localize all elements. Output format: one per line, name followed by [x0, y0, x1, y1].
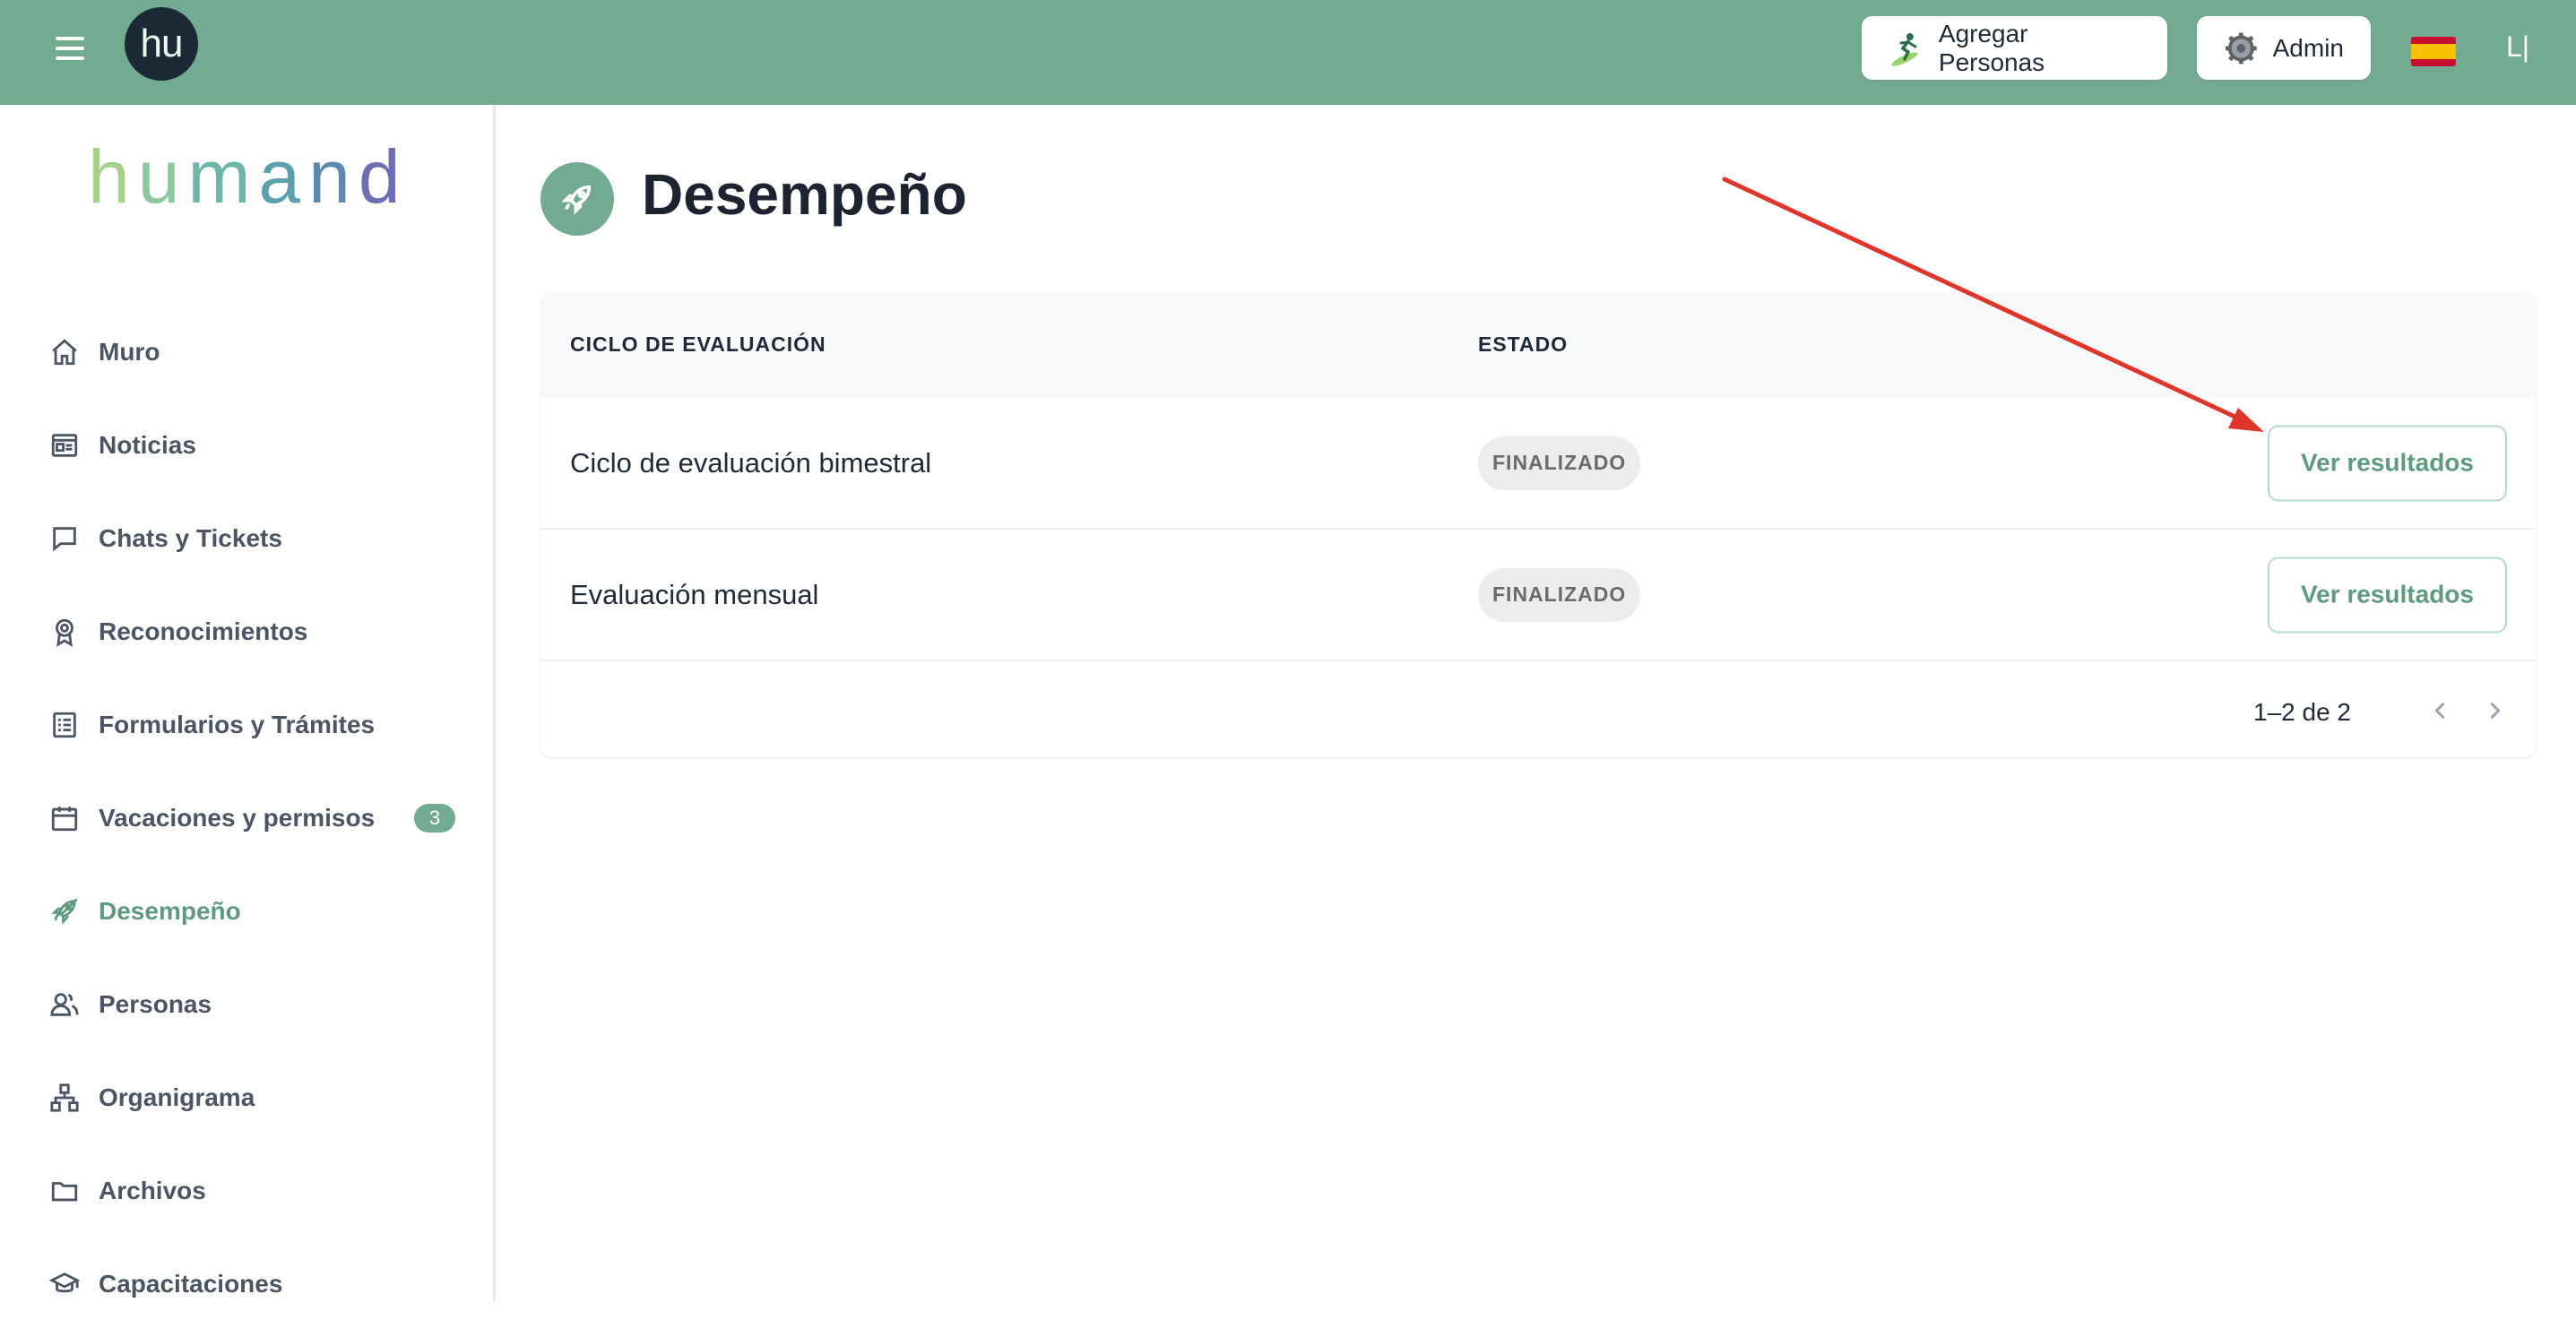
sidebar-item-formularios[interactable]: Formularios y Trámites: [0, 689, 496, 761]
pagination-range: 1–2 de 2: [2253, 698, 2351, 726]
sidebar-item-vacaciones[interactable]: Vacaciones y permisos 3: [0, 782, 496, 854]
column-header-status: ESTADO: [1478, 332, 1569, 356]
chevron-left-icon[interactable]: [2421, 691, 2460, 730]
folder-icon: [48, 1175, 81, 1207]
sidebar-item-label: Muro: [99, 338, 160, 366]
sidebar-item-label: Reconocimientos: [99, 617, 308, 645]
sidebar-item-chats[interactable]: Chats y Tickets: [0, 503, 496, 574]
table-row: Evaluación mensual FINALIZADO Ver result…: [541, 530, 2536, 661]
view-results-button[interactable]: Ver resultados: [2268, 556, 2507, 633]
sidebar-item-reconocimientos[interactable]: Reconocimientos: [0, 596, 496, 668]
sidebar-item-label: Archivos: [99, 1177, 206, 1204]
cycle-name: Ciclo de evaluación bimestral: [570, 446, 932, 479]
gear-icon: [2225, 32, 2257, 64]
chat-icon: [48, 522, 81, 555]
calendar-icon: [48, 802, 81, 834]
admin-label: Admin: [2272, 33, 2344, 62]
view-results-button[interactable]: Ver resultados: [2268, 425, 2507, 501]
surfer-icon: [1891, 32, 1918, 66]
award-icon: [48, 616, 81, 648]
page-title: Desempeño: [642, 162, 967, 227]
sidebar: humand Muro Noticias Chats y Tickets Rec…: [0, 105, 496, 1301]
admin-button[interactable]: Admin: [2197, 16, 2371, 80]
people-icon: [48, 988, 81, 1021]
table-header: CICLO DE EVALUACIÓN ESTADO: [541, 293, 2536, 398]
notification-badge: 3: [414, 804, 455, 833]
status-badge: FINALIZADO: [1478, 567, 1641, 622]
sidebar-item-label: Chats y Tickets: [99, 524, 282, 552]
rocket-icon: [48, 895, 81, 927]
chevron-right-icon[interactable]: [2475, 691, 2514, 730]
column-header-cycle: CICLO DE EVALUACIÓN: [570, 332, 826, 356]
add-people-button[interactable]: Agregar Personas: [1862, 16, 2167, 80]
sidebar-item-organigrama[interactable]: Organigrama: [0, 1062, 496, 1134]
company-avatar[interactable]: hu: [125, 7, 198, 81]
sidebar-item-label: Capacitaciones: [99, 1270, 283, 1298]
table-row: Ciclo de evaluación bimestral FINALIZADO…: [541, 398, 2536, 530]
sidebar-item-label: Personas: [99, 990, 212, 1018]
add-people-label: Agregar Personas: [1938, 19, 2045, 76]
sidebar-item-capacitaciones[interactable]: Capacitaciones: [0, 1248, 496, 1320]
form-icon: [48, 709, 81, 741]
pagination: 1–2 de 2: [541, 666, 2536, 757]
cycle-name: Evaluación mensual: [570, 578, 819, 610]
home-icon: [48, 336, 81, 368]
evaluations-table: CICLO DE EVALUACIÓN ESTADO Ciclo de eval…: [541, 293, 2536, 757]
newspaper-icon: [48, 429, 81, 462]
sidebar-item-desempeno[interactable]: Desempeño: [0, 876, 496, 947]
sidebar-item-label: Formularios y Trámites: [99, 711, 376, 738]
sidebar-item-label: Vacaciones y permisos: [99, 804, 376, 832]
user-menu[interactable]: L|: [2506, 30, 2529, 64]
sidebar-item-label: Noticias: [99, 431, 196, 459]
humand-logo: humand: [88, 134, 409, 219]
sidebar-item-archivos[interactable]: Archivos: [0, 1155, 496, 1227]
sidebar-item-label: Organigrama: [99, 1083, 255, 1111]
org-chart-icon: [48, 1082, 81, 1114]
rocket-icon: [540, 162, 614, 236]
menu-icon[interactable]: [52, 32, 88, 65]
sidebar-item-label: Desempeño: [99, 897, 241, 925]
sidebar-item-personas[interactable]: Personas: [0, 969, 496, 1040]
sidebar-item-muro[interactable]: Muro: [0, 316, 496, 388]
sidebar-item-noticias[interactable]: Noticias: [0, 410, 496, 481]
top-bar: hu Agregar Personas Admin L|: [0, 0, 2576, 105]
language-flag-icon[interactable]: [2411, 37, 2456, 66]
status-badge: FINALIZADO: [1478, 436, 1641, 490]
graduation-cap-icon: [48, 1268, 81, 1300]
